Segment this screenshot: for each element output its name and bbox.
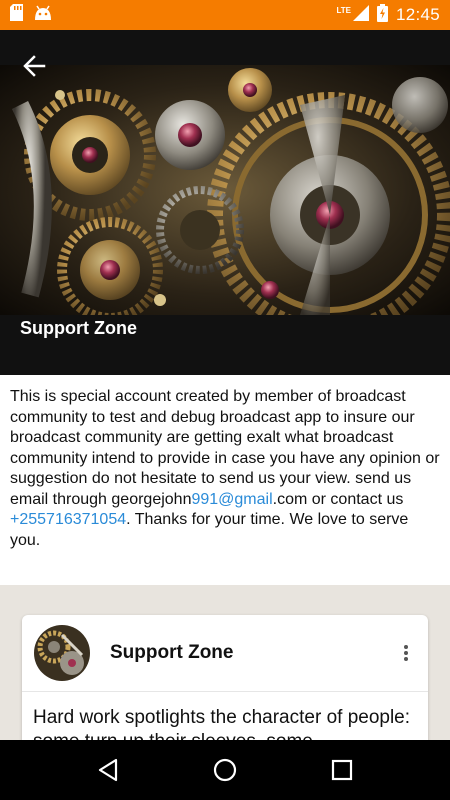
post-author: Support Zone [110,642,234,663]
post-body: Hard work spotlights the character of pe… [33,707,411,740]
signal-icon [352,4,369,26]
sd-card-icon [10,4,24,26]
post-header: Support Zone [22,615,428,692]
network-type: LTE [336,5,351,15]
nav-recents-button[interactable] [322,750,362,790]
description-text-2: .com or contact us [272,490,404,508]
circle-home-icon [213,758,237,782]
header-image-clockwork [0,65,450,338]
app-header: Support Zone [0,30,450,375]
battery-charging-icon [376,3,388,27]
posts-feed[interactable]: Support Zone Hard work spotlights the ch… [0,585,450,740]
email-link[interactable]: 991@gmail [191,491,272,508]
clock: 12:45 [395,5,440,24]
android-icon [34,5,52,26]
arrow-back-icon [23,55,46,77]
square-recents-icon [331,759,352,781]
nav-back-button[interactable] [88,750,128,790]
post-card[interactable]: Support Zone Hard work spotlights the ch… [22,615,428,740]
status-bar: LTE 12:45 [0,0,450,30]
page-title: Support Zone [20,318,137,338]
account-description: This is special account created by membe… [0,375,450,585]
more-vert-icon [404,645,408,661]
phone-link[interactable]: +255716371054 [10,511,126,528]
status-notifications [10,4,52,26]
nav-home-button[interactable] [205,750,245,790]
navigation-bar [0,740,450,800]
back-button[interactable] [20,52,48,80]
avatar[interactable] [34,625,90,681]
status-system: LTE 12:45 [336,3,440,27]
post-menu-button[interactable] [396,638,416,668]
triangle-back-icon [99,758,118,782]
